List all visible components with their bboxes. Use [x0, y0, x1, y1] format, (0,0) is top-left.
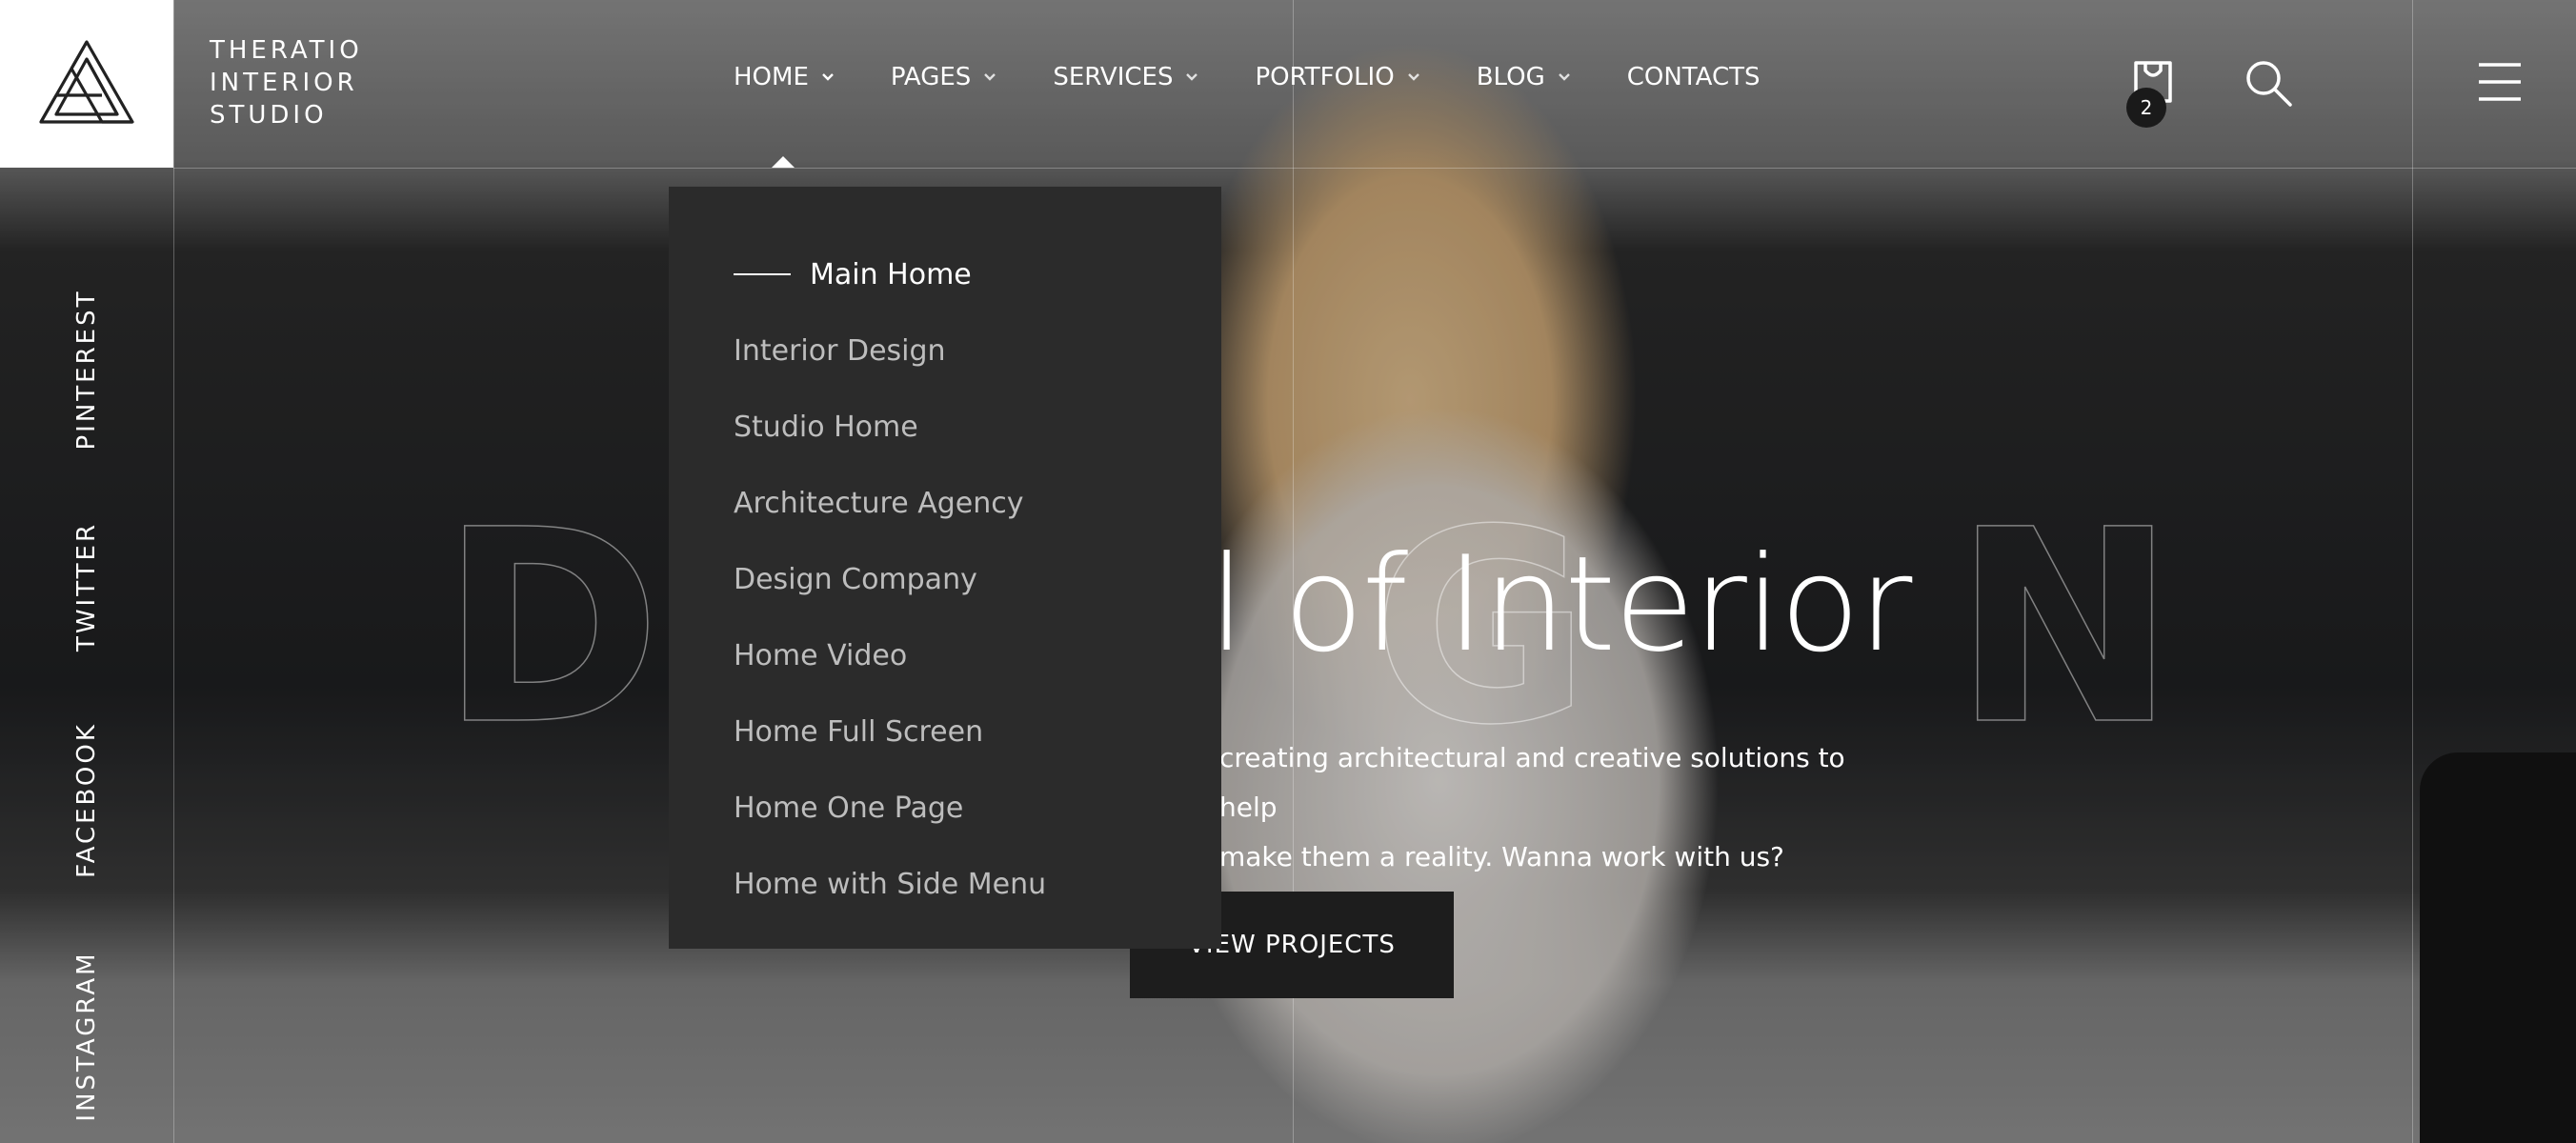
grid-line: [2412, 0, 2413, 1143]
dropdown-caret: [772, 156, 795, 168]
social-links: PINTEREST TWITTER FACEBOOK INSTAGRAM: [0, 168, 173, 1143]
search-icon[interactable]: [2243, 57, 2294, 109]
dropdown-item-main-home[interactable]: Main Home: [669, 236, 1221, 312]
active-indicator: [734, 273, 791, 275]
hero-outline-letter: D: [439, 473, 662, 784]
chevron-down-icon: [822, 73, 834, 81]
social-link-facebook[interactable]: FACEBOOK: [72, 722, 101, 878]
nav-item-services[interactable]: SERVICES: [1053, 63, 1199, 91]
dropdown-item-home-full-screen[interactable]: Home Full Screen: [669, 693, 1221, 770]
chevron-down-icon: [1407, 73, 1419, 81]
logo[interactable]: [0, 0, 173, 168]
nav-item-label: PORTFOLIO: [1255, 63, 1395, 91]
dropdown-item-home-video[interactable]: Home Video: [669, 617, 1221, 693]
nav-item-home[interactable]: HOME: [734, 63, 835, 91]
brand-line: STUDIO: [210, 101, 328, 130]
nav-item-label: HOME: [734, 63, 809, 91]
nav-item-label: CONTACTS: [1626, 63, 1761, 91]
dropdown-item-label: Main Home: [810, 257, 972, 291]
home-dropdown-menu: Main Home Interior Design Studio Home Ar…: [669, 187, 1221, 949]
main-nav: HOME PAGES SERVICES PORTFOLIO BLOG CONTA…: [734, 63, 1816, 91]
nav-item-label: BLOG: [1476, 63, 1545, 91]
dropdown-item-architecture-agency[interactable]: Architecture Agency: [669, 465, 1221, 541]
nav-item-pages[interactable]: PAGES: [891, 63, 997, 91]
hamburger-menu-icon[interactable]: [2479, 61, 2521, 103]
social-link-instagram[interactable]: INSTAGRAM: [72, 951, 101, 1121]
hero-description-line: creating architectural and creative solu…: [1219, 742, 1845, 823]
nav-item-label: PAGES: [890, 63, 972, 91]
social-link-pinterest[interactable]: PINTEREST: [72, 290, 101, 451]
nav-item-portfolio[interactable]: PORTFOLIO: [1255, 63, 1420, 91]
dropdown-item-home-one-page[interactable]: Home One Page: [669, 770, 1221, 846]
chevron-down-icon: [1186, 73, 1198, 81]
dropdown-item-interior-design[interactable]: Interior Design: [669, 312, 1221, 389]
hero-description: creating architectural and creative solu…: [1219, 733, 1905, 882]
logo-mark-icon: [39, 40, 134, 124]
brand-line: INTERIOR: [210, 69, 358, 97]
chevron-down-icon: [984, 73, 996, 81]
dropdown-item-studio-home[interactable]: Studio Home: [669, 389, 1221, 465]
hero-description-line: make them a reality. Wanna work with us?: [1219, 841, 1784, 872]
hero-headline: el of Interior: [1130, 528, 1912, 681]
hero-outline-letter: N: [1952, 473, 2177, 784]
dropdown-item-design-company[interactable]: Design Company: [669, 541, 1221, 617]
dropdown-item-home-with-side-menu[interactable]: Home with Side Menu: [669, 846, 1221, 922]
grid-line: [173, 0, 174, 1143]
cart-count-badge: 2: [2126, 88, 2166, 128]
nav-item-label: SERVICES: [1053, 63, 1174, 91]
brand-name[interactable]: THERATIO INTERIOR STUDIO: [210, 34, 363, 131]
nav-item-contacts[interactable]: CONTACTS: [1627, 63, 1761, 91]
nav-item-blog[interactable]: BLOG: [1477, 63, 1572, 91]
social-link-twitter[interactable]: TWITTER: [72, 522, 101, 652]
brand-line: THERATIO: [210, 36, 363, 65]
chevron-down-icon: [1558, 73, 1570, 81]
header-divider: [173, 168, 2576, 169]
